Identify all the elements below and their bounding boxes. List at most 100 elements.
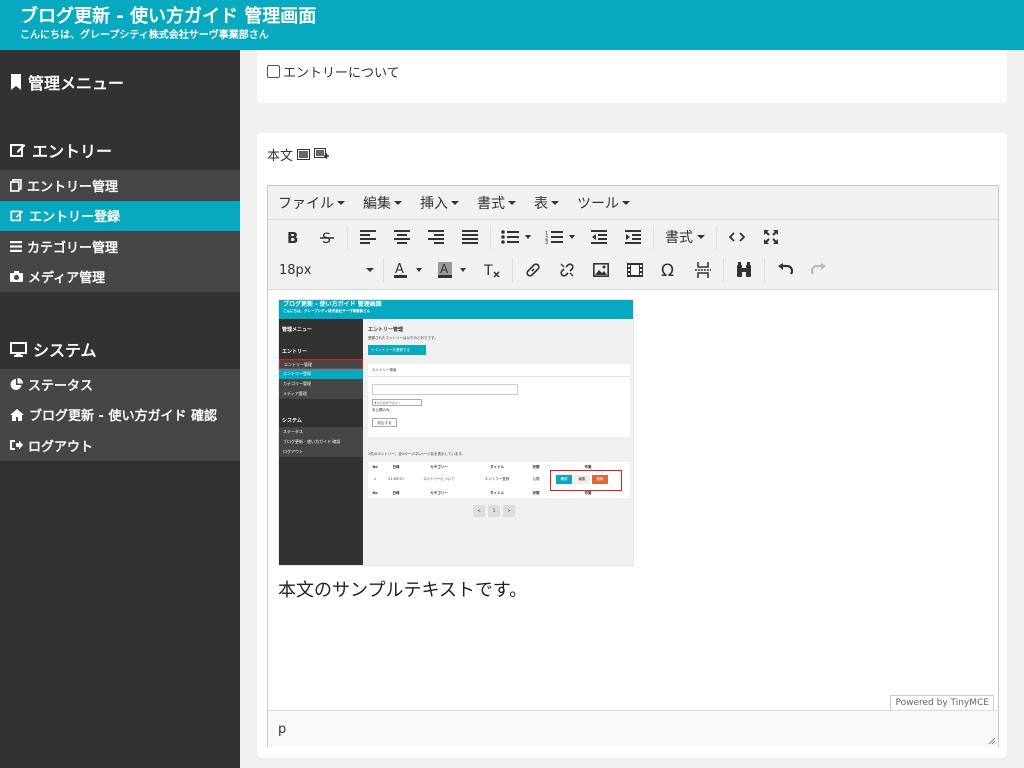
redo-icon: [811, 263, 826, 275]
powered-by-label[interactable]: Powered by TinyMCE: [890, 695, 994, 710]
embedded-system-heading: システム: [282, 418, 302, 424]
element-path[interactable]: p: [278, 722, 286, 737]
numbered-list-button[interactable]: 123: [538, 223, 582, 251]
menu-label: 挿入: [420, 195, 448, 212]
sidebar-item-label: ログアウト: [28, 439, 94, 455]
undo-button[interactable]: [768, 256, 802, 284]
binoculars-icon: [737, 262, 751, 277]
sidebar-item-entry-register[interactable]: エントリー登録: [0, 200, 240, 231]
bullet-list-button[interactable]: [494, 223, 538, 251]
embedded-page-1: 1: [488, 505, 500, 517]
sidebar-item-blog-view[interactable]: ブログ更新 - 使い方ガイド 確認: [0, 400, 240, 431]
body-card: 本文 ファイル 編集 挿入 書式 表 ツール B S 123: [257, 133, 1007, 758]
window-icon[interactable]: [297, 148, 311, 161]
window-add-icon[interactable]: [314, 148, 330, 161]
formats-label: 書式: [665, 230, 693, 246]
embedded-menu-heading: 管理メニュー: [282, 327, 313, 333]
menu-tools[interactable]: ツール: [577, 193, 630, 213]
menu-table[interactable]: 表: [534, 193, 559, 213]
editor-content-area[interactable]: ブログ更新 - 使い方ガイド 管理画面 こんにちは、グレープシティ株式会社サーヴ…: [268, 290, 998, 710]
menu-label: ファイル: [278, 195, 334, 212]
sidebar-item-label: ブログ更新 - 使い方ガイド 確認: [29, 409, 217, 425]
unlink-icon: [560, 263, 574, 277]
align-left-button[interactable]: [351, 223, 385, 251]
font-size-select[interactable]: 18px: [276, 256, 380, 284]
sidebar-item-status[interactable]: ステータス: [0, 369, 240, 400]
formats-dropdown[interactable]: 書式: [657, 223, 713, 251]
find-replace-button[interactable]: [727, 256, 761, 284]
embedded-entry-group: エントリー管理 エントリー登録 カテゴリー管理 メディア管理: [279, 359, 363, 399]
clear-formatting-icon: T: [484, 263, 500, 278]
text-color-button[interactable]: A: [387, 256, 431, 284]
embedded-table-footer-cell: 状態: [532, 491, 540, 495]
bold-button[interactable]: B: [276, 223, 310, 251]
menu-insert[interactable]: 挿入: [420, 193, 459, 213]
embedded-sidebar-item: ログアウト: [283, 449, 303, 454]
outdent-button[interactable]: [582, 223, 616, 251]
menu-file[interactable]: ファイル: [278, 193, 345, 213]
svg-text:A: A: [440, 262, 449, 276]
embedded-main: エントリー管理 登録されたエントリーは以下のとおりです。 ➔ エントリーを登録す…: [363, 319, 633, 565]
about-entry-checkbox[interactable]: [267, 65, 280, 78]
sample-body-text[interactable]: 本文のサンプルテキストです。: [278, 576, 527, 602]
about-entry-checkbox-row[interactable]: エントリーについて: [267, 62, 400, 81]
insert-media-button[interactable]: [618, 256, 652, 284]
sidebar-heading-entry: エントリー: [10, 138, 112, 162]
menu-edit[interactable]: 編集: [363, 193, 402, 213]
clear-formatting-button[interactable]: T: [475, 256, 509, 284]
indent-icon: [625, 230, 641, 244]
fullscreen-button[interactable]: [754, 223, 788, 251]
menu-format[interactable]: 書式: [477, 193, 516, 213]
source-code-button[interactable]: [720, 223, 754, 251]
resize-handle-icon[interactable]: [986, 735, 996, 745]
align-center-button[interactable]: [385, 223, 419, 251]
special-character-button[interactable]: Ω: [652, 256, 686, 284]
embedded-table-cell: 公開: [532, 477, 540, 481]
indent-button[interactable]: [616, 223, 650, 251]
embedded-sidebar-item: カテゴリー管理: [283, 381, 311, 386]
strikethrough-button[interactable]: S: [310, 223, 344, 251]
embedded-table-footer-cell: カテゴリー: [430, 491, 448, 495]
insert-link-button[interactable]: [516, 256, 550, 284]
sidebar-item-label: メディア管理: [28, 271, 106, 287]
page-break-icon: [695, 262, 711, 278]
insert-image-button[interactable]: [584, 256, 618, 284]
svg-text:3: 3: [545, 240, 548, 244]
embedded-table-header-cell: カテゴリー: [430, 465, 448, 469]
editor-menubar: ファイル 編集 挿入 書式 表 ツール: [268, 186, 998, 220]
sidebar-heading-menu: 管理メニュー: [10, 70, 124, 94]
embedded-table-cell: 21:09:57: [388, 477, 404, 481]
sidebar-item-entry-manage[interactable]: エントリー管理: [0, 170, 240, 201]
sidebar-item-media-manage[interactable]: メディア管理: [0, 262, 240, 293]
menu-label: 編集: [363, 195, 391, 212]
align-justify-button[interactable]: [453, 223, 487, 251]
redo-button[interactable]: [802, 256, 836, 284]
app-title: ブログ更新 - 使い方ガイド 管理画面: [20, 6, 317, 27]
camera-icon: [10, 271, 23, 283]
sidebar-item-logout[interactable]: ログアウト: [0, 430, 240, 461]
sidebar-item-category-manage[interactable]: カテゴリー管理: [0, 231, 240, 262]
embedded-register-button: ➔ エントリーを登録する: [368, 345, 426, 355]
toolbar-separator: [512, 258, 513, 282]
toolbar-separator: [653, 225, 654, 249]
embedded-table-header-cell: No: [372, 465, 378, 469]
caret-down-icon: [508, 200, 516, 205]
align-right-icon: [428, 230, 444, 244]
align-right-button[interactable]: [419, 223, 453, 251]
embedded-table-footer-cell: 作業: [584, 491, 592, 495]
caret-down-icon: [394, 200, 402, 205]
embedded-system-group: ステータス ブログ更新 - 使い方ガイド 確認 ログアウト: [279, 427, 363, 457]
bold-icon: B: [287, 230, 298, 244]
page-break-button[interactable]: [686, 256, 720, 284]
unlink-button[interactable]: [550, 256, 584, 284]
embedded-page-next: >: [503, 505, 515, 517]
toolbar-separator: [716, 225, 717, 249]
embedded-screenshot-image[interactable]: ブログ更新 - 使い方ガイド 管理画面 こんにちは、グレープシティ株式会社サーヴ…: [278, 299, 634, 566]
embedded-page-prev: <: [473, 505, 485, 517]
embedded-sidebar-item: メディア管理: [283, 391, 307, 396]
toolbar-separator: [383, 258, 384, 282]
rich-text-editor: ファイル 編集 挿入 書式 表 ツール B S 123 書式: [267, 185, 999, 747]
toolbar-separator: [347, 225, 348, 249]
background-color-button[interactable]: A: [431, 256, 475, 284]
embedded-search-card: エントリー検索 すべてのカテゴリー 未公開のみ 絞込する: [368, 364, 630, 437]
